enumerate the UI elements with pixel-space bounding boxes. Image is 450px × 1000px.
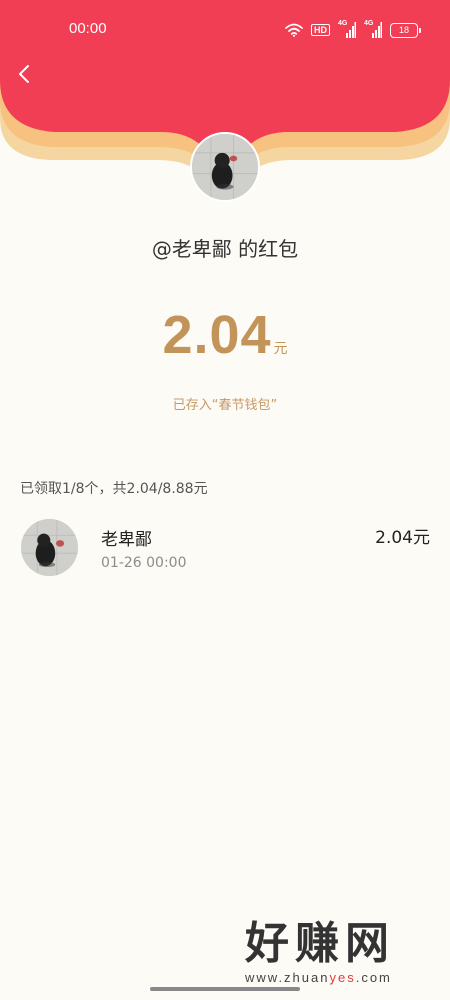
network-label: 4G [338,20,348,27]
list-item[interactable]: 老卑鄙 01-26 00:00 2.04元 [0,515,450,585]
amount-value: 2.04 [162,305,272,365]
status-icons: HD 4G 4G 18 [285,20,421,40]
status-time: 00:00 [69,20,107,37]
wifi-icon [285,23,303,37]
back-button[interactable] [10,58,38,90]
chevron-left-icon [19,65,29,83]
signal-icon-2: 4G [364,20,382,38]
receiver-name: 老卑鄙 [101,530,152,550]
hd-badge: HD [311,24,330,36]
claim-summary: 已领取1/8个，共2.04/8.88元 [20,481,208,497]
amount-unit: 元 [273,341,288,357]
network-label-2: 4G [364,20,374,27]
wallet-link[interactable]: 已存入“春节钱包” [0,394,450,413]
signal-icon: 4G [338,20,356,38]
watermark: 好赚网 www.zhuanyes.com [245,918,435,986]
home-indicator[interactable] [150,987,300,991]
status-bar: 00:00 HD 4G 4G 18 [0,0,450,60]
watermark-url: www.zhuanyes.com [245,970,392,985]
watermark-text: 好赚网 [245,918,395,969]
receiver-amount: 2.04元 [375,528,430,548]
receiver-time: 01-26 00:00 [101,555,187,571]
battery-icon: 18 [390,22,421,38]
sender-avatar[interactable] [190,132,260,202]
red-packet-title: @老卑鄙 的红包 [151,237,299,261]
receiver-avatar [21,519,78,576]
amount-display: 2.04 元 [0,304,450,366]
penguin-avatar-image [21,519,78,576]
penguin-avatar-image [192,134,258,200]
